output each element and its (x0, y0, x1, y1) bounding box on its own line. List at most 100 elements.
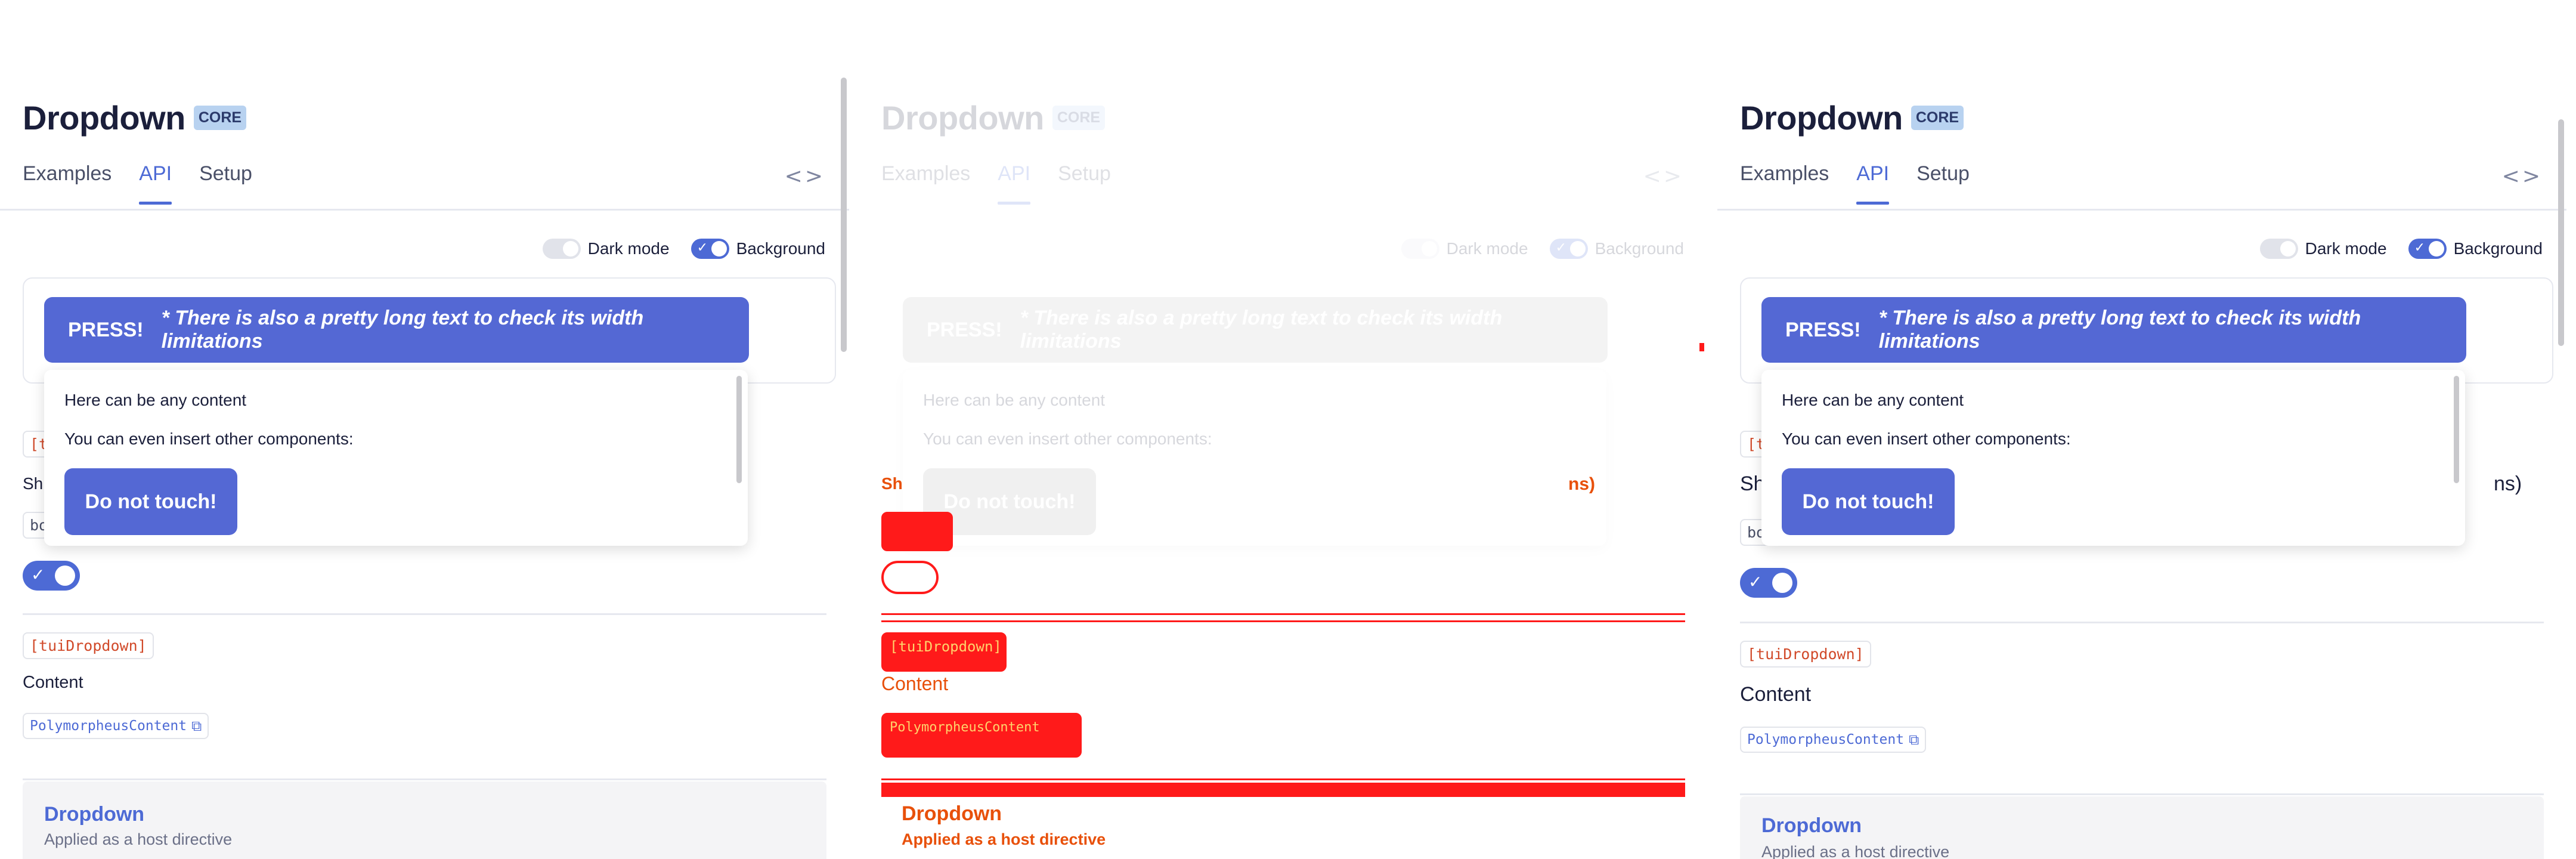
diff-line (881, 613, 1685, 615)
tab-setup[interactable]: Setup (1916, 162, 1970, 205)
tab-examples[interactable]: Examples (1740, 162, 1829, 205)
scrollbar[interactable] (841, 78, 847, 352)
tui-dropdown-chip: [tuiDropdown] (1740, 641, 1871, 668)
diff-text-end: ns) (1568, 474, 1595, 494)
do-not-touch-button[interactable]: Do not touch! (64, 468, 237, 535)
content-label: Content (1740, 683, 1812, 706)
polymorpheus-link[interactable]: PolymorpheusContent ⧉ (1740, 727, 1927, 753)
api-text-end: ns) (2494, 472, 2522, 495)
dropdown-line-1: Here can be any content (1782, 391, 1964, 409)
title-row: Dropdown CORE (23, 98, 247, 137)
press-note: * There is also a pretty long text to ch… (1878, 307, 2361, 353)
tab-setup[interactable]: Setup (1058, 162, 1111, 205)
content-label: Content (23, 673, 83, 692)
press-button[interactable]: PRESS! * There is also a pretty long tex… (1761, 297, 2466, 363)
tab-api[interactable]: API (1856, 162, 1889, 205)
press-note: * There is also a pretty long text to ch… (161, 307, 644, 353)
diff-directive-sub: Applied as a host directive (902, 830, 1106, 848)
press-note: * There is also a pretty long text to ch… (1020, 307, 1503, 353)
core-badge: CORE (193, 106, 247, 130)
panel-left: Dropdown CORE Examples API Setup <> Dark… (0, 0, 849, 859)
diff-tui-chip: [tuiDropdown] (881, 632, 1007, 672)
do-not-touch-button[interactable]: Do not touch! (1782, 468, 1955, 535)
page-title: Dropdown (23, 99, 185, 137)
background-toggle[interactable]: ✓ (1549, 239, 1588, 259)
polymorpheus-label: PolymorpheusContent (1747, 732, 1905, 747)
directive-card: Dropdown Applied as a host directive (1740, 796, 2544, 859)
directive-title[interactable]: Dropdown (44, 803, 144, 826)
dropdown-scrollbar[interactable] (2454, 376, 2459, 483)
check-icon: ✓ (1555, 240, 1566, 255)
diff-directive-title: Dropdown (902, 802, 1002, 825)
core-badge: CORE (1052, 106, 1106, 130)
section-divider (23, 778, 826, 780)
dropdown-line-2: You can even insert other components: (64, 430, 354, 448)
scrollbar[interactable] (2558, 119, 2564, 346)
diff-poly-label: PolymorpheusContent (890, 720, 1040, 735)
check-icon: ✓ (1748, 572, 1763, 592)
title-row: Dropdown CORE (881, 98, 1106, 137)
polymorpheus-label: PolymorpheusContent (30, 718, 187, 734)
title-row: Dropdown CORE (1740, 98, 1964, 137)
api-text-partial: Sh (23, 474, 44, 493)
press-label: PRESS! (68, 318, 144, 341)
demo-toggles: Dark mode ✓ Background (542, 239, 825, 259)
press-label: PRESS! (1785, 318, 1861, 341)
section-divider (1740, 622, 2544, 623)
tab-bar: Examples API Setup (881, 162, 1111, 205)
dark-mode-toggle[interactable] (542, 239, 581, 259)
press-button[interactable]: PRESS! * There is also a pretty long tex… (44, 297, 749, 363)
dropdown-line-1: Here can be any content (64, 391, 247, 409)
section-divider (1740, 793, 2544, 795)
diff-content-label: Content (881, 673, 949, 694)
tabs-divider (0, 209, 849, 211)
tab-api[interactable]: API (998, 162, 1030, 205)
external-link-icon: ⧉ (191, 718, 202, 734)
diff-toggle (881, 561, 939, 594)
tab-examples[interactable]: Examples (23, 162, 112, 205)
check-icon: ✓ (2414, 240, 2425, 255)
directive-subtitle: Applied as a host directive (44, 830, 233, 848)
open-toggle[interactable]: ✓ (23, 561, 80, 591)
dropdown-panel: Here can be any content You can even ins… (903, 370, 1606, 546)
code-icon[interactable]: <> (785, 164, 825, 189)
tab-bar: Examples API Setup (23, 162, 252, 205)
diff-tui-label: [tuiDropdown] (890, 638, 1002, 655)
code-icon[interactable]: <> (2502, 164, 2543, 189)
background-label: Background (2453, 239, 2543, 258)
press-button[interactable]: PRESS! * There is also a pretty long tex… (903, 297, 1608, 363)
dark-mode-label: Dark mode (2305, 239, 2387, 258)
diff-line (881, 620, 1685, 622)
diff-band (881, 783, 1685, 797)
tui-dropdown-chip: [tuiDropdown] (23, 632, 154, 659)
background-label: Background (736, 239, 825, 258)
background-toggle[interactable]: ✓ (2408, 239, 2447, 259)
open-toggle[interactable]: ✓ (1740, 568, 1797, 598)
dark-mode-toggle[interactable] (2259, 239, 2298, 259)
diff-line (881, 778, 1685, 780)
directive-subtitle: Applied as a host directive (1761, 843, 1950, 859)
panel-right: Dropdown CORE Examples API Setup <> Dark… (1717, 0, 2566, 859)
tab-setup[interactable]: Setup (199, 162, 252, 205)
core-badge: CORE (1911, 106, 1964, 130)
tab-api[interactable]: API (139, 162, 172, 205)
dark-mode-toggle[interactable] (1401, 239, 1439, 259)
page-title: Dropdown (881, 99, 1044, 137)
polymorpheus-link[interactable]: PolymorpheusContent ⧉ (23, 713, 209, 739)
dropdown-panel: Here can be any content You can even ins… (44, 370, 748, 546)
panel-diff: Dropdown CORE Examples API Setup <> Dark… (859, 0, 1708, 859)
directive-title[interactable]: Dropdown (1761, 814, 1862, 838)
dropdown-line-2: You can even insert other components: (923, 430, 1212, 448)
tab-examples[interactable]: Examples (881, 162, 970, 205)
press-label: PRESS! (927, 318, 1002, 341)
background-label: Background (1594, 239, 1684, 258)
dropdown-panel: Here can be any content You can even ins… (1761, 370, 2465, 546)
dropdown-scrollbar[interactable] (736, 376, 742, 483)
code-icon[interactable]: <> (1643, 164, 1684, 189)
diff-poly-chip: PolymorpheusContent (881, 713, 1082, 758)
section-divider (23, 613, 826, 615)
background-toggle[interactable]: ✓ (691, 239, 729, 259)
check-icon: ✓ (696, 240, 708, 255)
dropdown-line-1: Here can be any content (923, 391, 1106, 409)
dropdown-line-2: You can even insert other components: (1782, 430, 2071, 448)
